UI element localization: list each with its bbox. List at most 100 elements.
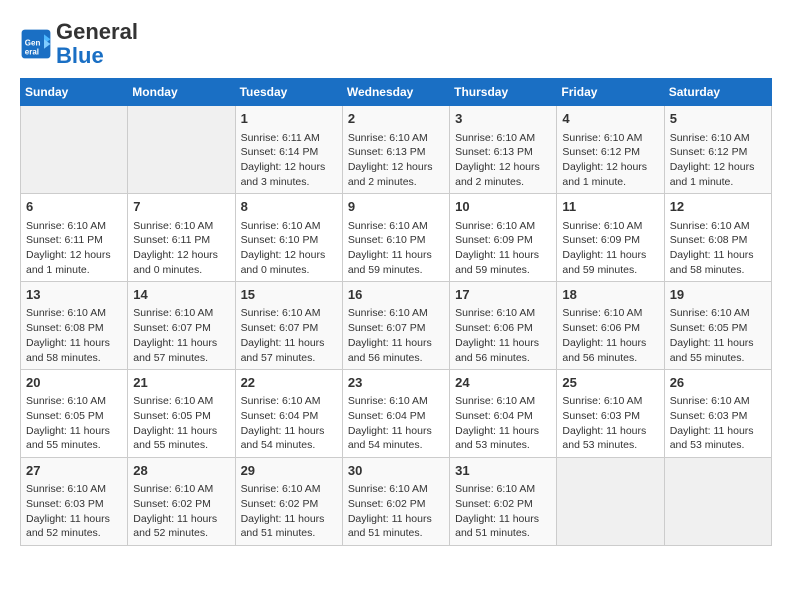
day-info: Sunset: 6:02 PM	[348, 497, 444, 512]
calendar-cell: 29 Sunrise: 6:10 AMSunset: 6:02 PMDayligh…	[235, 458, 342, 546]
day-number: 31	[455, 462, 551, 480]
day-number: 20	[26, 374, 122, 392]
day-number: 16	[348, 286, 444, 304]
calendar-cell: 23Sunrise: 6:10 AMSunset: 6:04 PMDayligh…	[342, 370, 449, 458]
calendar-cell: 9Sunrise: 6:10 AMSunset: 6:10 PMDaylight…	[342, 194, 449, 282]
day-info: Sunset: 6:08 PM	[670, 233, 766, 248]
day-info: Sunset: 6:05 PM	[26, 409, 122, 424]
day-info: Sunrise: 6:10 AM	[562, 394, 658, 409]
day-info: Daylight: 11 hours	[348, 336, 444, 351]
day-info: and 51 minutes.	[348, 526, 444, 541]
day-info: and 56 minutes.	[562, 351, 658, 366]
day-number: 22	[241, 374, 337, 392]
day-info: Sunrise: 6:10 AM	[348, 306, 444, 321]
calendar-cell: 31 Sunrise: 6:10 AMSunset: 6:02 PMDayligh…	[450, 458, 557, 546]
calendar-cell: 10Sunrise: 6:10 AMSunset: 6:09 PMDayligh…	[450, 194, 557, 282]
day-info: Sunset: 6:14 PM	[241, 145, 337, 160]
svg-text:Gen: Gen	[25, 39, 41, 48]
day-info: Sunrise: 6:10 AM	[562, 306, 658, 321]
calendar-cell: 17Sunrise: 6:10 AMSunset: 6:06 PMDayligh…	[450, 282, 557, 370]
day-number: 30	[348, 462, 444, 480]
day-info: Sunset: 6:05 PM	[133, 409, 229, 424]
week-row-4: 27Sunrise: 6:10 AMSunset: 6:03 PMDayligh…	[21, 458, 772, 546]
day-info: Daylight: 12 hours	[562, 160, 658, 175]
day-info: and 55 minutes.	[133, 438, 229, 453]
day-info: Daylight: 11 hours	[348, 512, 444, 527]
calendar-table: SundayMondayTuesdayWednesdayThursdayFrid…	[20, 78, 772, 546]
day-header-thursday: Thursday	[450, 79, 557, 106]
day-header-tuesday: Tuesday	[235, 79, 342, 106]
day-info: Sunrise: 6:10 AM	[241, 482, 337, 497]
day-info: Sunrise: 6:10 AM	[348, 394, 444, 409]
week-row-0: 1Sunrise: 6:11 AMSunset: 6:14 PMDaylight…	[21, 106, 772, 194]
day-info: Sunrise: 6:10 AM	[348, 482, 444, 497]
svg-text:eral: eral	[25, 48, 39, 57]
calendar-cell: 28Sunrise: 6:10 AMSunset: 6:02 PMDayligh…	[128, 458, 235, 546]
calendar-cell: 19Sunrise: 6:10 AMSunset: 6:05 PMDayligh…	[664, 282, 771, 370]
day-info: Sunset: 6:11 PM	[133, 233, 229, 248]
day-info: Sunset: 6:12 PM	[670, 145, 766, 160]
day-info: Daylight: 12 hours	[670, 160, 766, 175]
day-info: Sunrise: 6:11 AM	[241, 131, 337, 146]
day-info: Daylight: 11 hours	[133, 424, 229, 439]
day-info: Sunrise: 6:10 AM	[26, 394, 122, 409]
day-number: 29	[241, 462, 337, 480]
day-info: Sunset: 6:08 PM	[26, 321, 122, 336]
day-number: 10	[455, 198, 551, 216]
day-info: and 54 minutes.	[348, 438, 444, 453]
day-header-monday: Monday	[128, 79, 235, 106]
day-info: Daylight: 11 hours	[241, 424, 337, 439]
day-info: Sunrise: 6:10 AM	[348, 131, 444, 146]
day-number: 4	[562, 110, 658, 128]
calendar-cell	[128, 106, 235, 194]
day-info: Daylight: 11 hours	[562, 336, 658, 351]
day-info: Sunrise: 6:10 AM	[26, 306, 122, 321]
calendar-cell: 1Sunrise: 6:11 AMSunset: 6:14 PMDaylight…	[235, 106, 342, 194]
day-info: Sunrise: 6:10 AM	[241, 219, 337, 234]
calendar-cell: 18Sunrise: 6:10 AMSunset: 6:06 PMDayligh…	[557, 282, 664, 370]
day-info: Sunrise: 6:10 AM	[348, 219, 444, 234]
calendar-cell: 11Sunrise: 6:10 AMSunset: 6:09 PMDayligh…	[557, 194, 664, 282]
calendar-cell: 20Sunrise: 6:10 AMSunset: 6:05 PMDayligh…	[21, 370, 128, 458]
day-info: Daylight: 11 hours	[562, 424, 658, 439]
calendar-cell: 30 Sunrise: 6:10 AMSunset: 6:02 PMDayligh…	[342, 458, 449, 546]
day-info: Daylight: 12 hours	[241, 248, 337, 263]
day-info: Sunrise: 6:10 AM	[241, 306, 337, 321]
day-info: and 59 minutes.	[455, 263, 551, 278]
day-info: Sunrise: 6:10 AM	[455, 482, 551, 497]
day-info: Sunset: 6:09 PM	[562, 233, 658, 248]
day-number: 25	[562, 374, 658, 392]
day-number: 28	[133, 462, 229, 480]
day-number: 9	[348, 198, 444, 216]
day-info: Sunset: 6:06 PM	[562, 321, 658, 336]
day-info: Daylight: 11 hours	[241, 512, 337, 527]
day-info: and 51 minutes.	[241, 526, 337, 541]
day-info: Sunset: 6:02 PM	[455, 497, 551, 512]
day-info: Daylight: 12 hours	[241, 160, 337, 175]
calendar-cell: 13Sunrise: 6:10 AMSunset: 6:08 PMDayligh…	[21, 282, 128, 370]
day-info: Sunrise: 6:10 AM	[562, 131, 658, 146]
day-number: 7	[133, 198, 229, 216]
day-info: Sunrise: 6:10 AM	[133, 394, 229, 409]
day-info: Daylight: 11 hours	[455, 512, 551, 527]
day-info: Sunrise: 6:10 AM	[455, 306, 551, 321]
day-info: and 53 minutes.	[455, 438, 551, 453]
day-info: Sunset: 6:13 PM	[348, 145, 444, 160]
day-number: 15	[241, 286, 337, 304]
day-info: Sunset: 6:09 PM	[455, 233, 551, 248]
day-info: Sunrise: 6:10 AM	[670, 131, 766, 146]
day-number: 8	[241, 198, 337, 216]
day-info: Sunset: 6:02 PM	[241, 497, 337, 512]
day-info: Daylight: 11 hours	[670, 336, 766, 351]
calendar-cell	[664, 458, 771, 546]
day-info: Daylight: 11 hours	[562, 248, 658, 263]
day-info: and 57 minutes.	[133, 351, 229, 366]
calendar-cell: 4Sunrise: 6:10 AMSunset: 6:12 PMDaylight…	[557, 106, 664, 194]
day-info: and 59 minutes.	[562, 263, 658, 278]
calendar-cell: 22Sunrise: 6:10 AMSunset: 6:04 PMDayligh…	[235, 370, 342, 458]
day-info: and 53 minutes.	[670, 438, 766, 453]
day-info: Sunrise: 6:10 AM	[133, 219, 229, 234]
day-info: Daylight: 11 hours	[26, 512, 122, 527]
day-info: and 2 minutes.	[455, 175, 551, 190]
day-info: and 56 minutes.	[455, 351, 551, 366]
